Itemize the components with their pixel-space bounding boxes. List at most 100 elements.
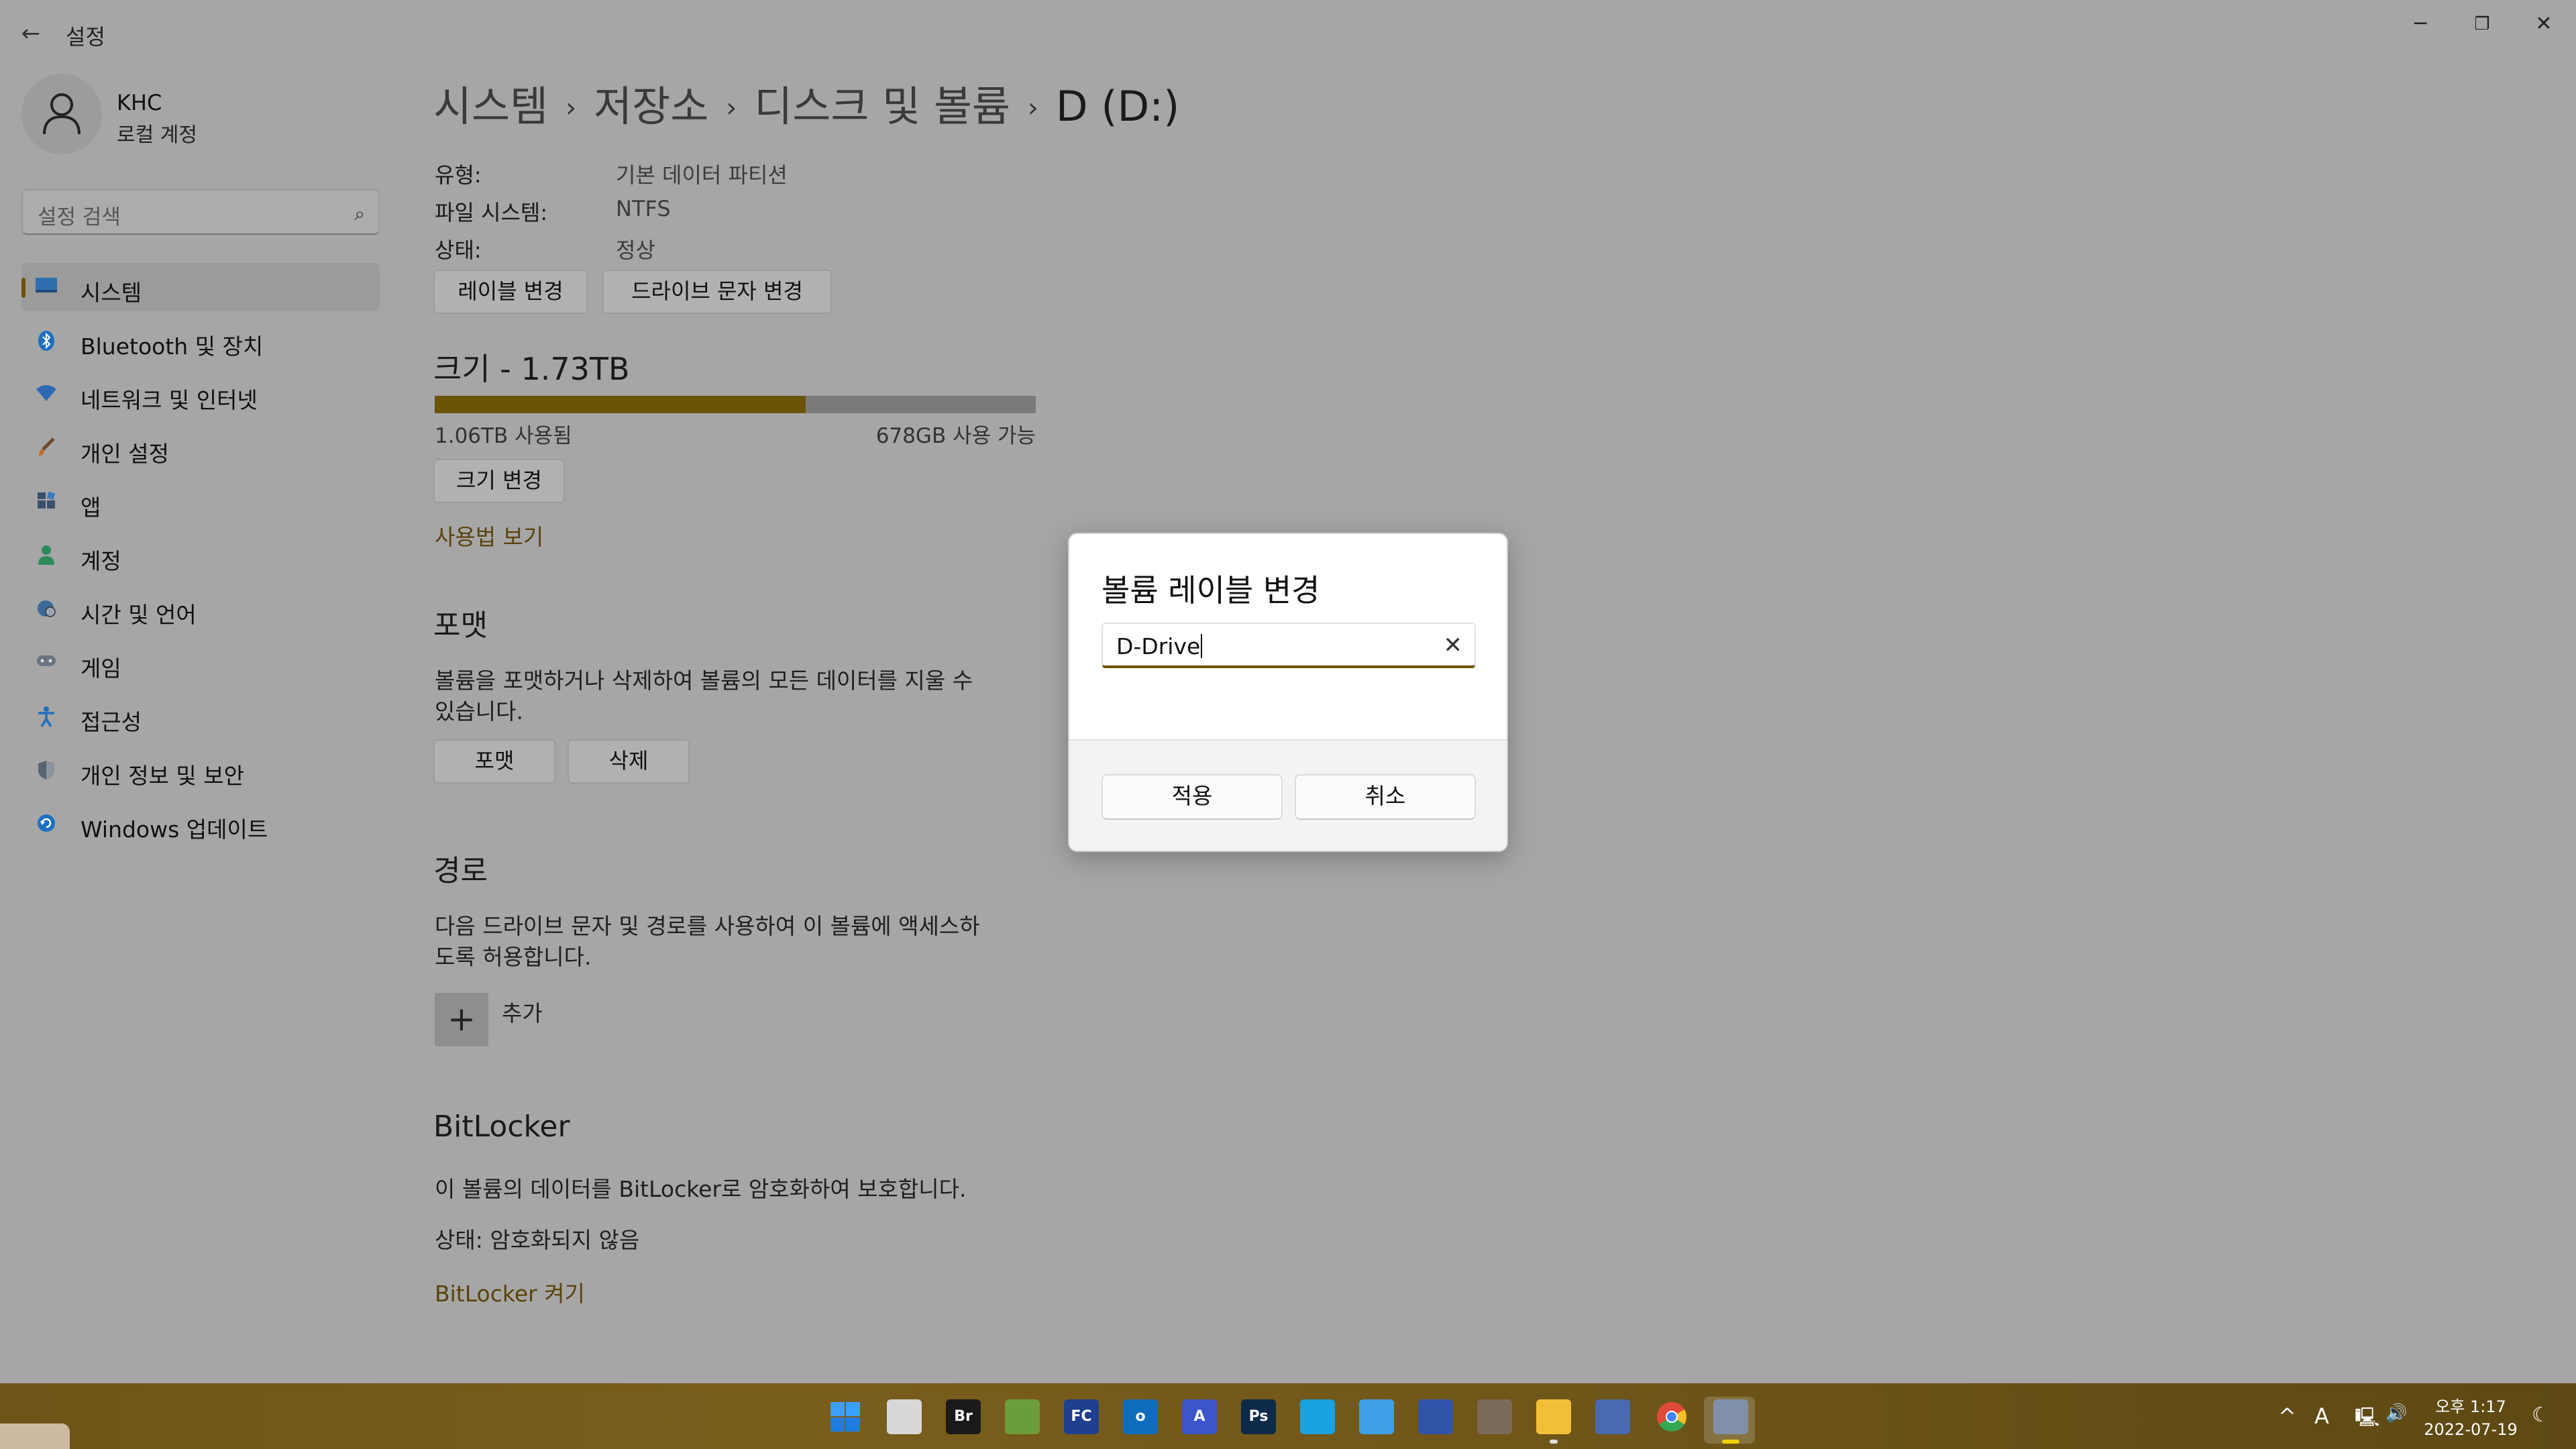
paths-title: 경로 bbox=[433, 854, 488, 888]
dialog-title: 볼륨 레이블 변경 bbox=[1102, 572, 1320, 608]
profile-name: KHC bbox=[117, 90, 162, 115]
task-view-icon[interactable] bbox=[887, 1399, 922, 1434]
avatar bbox=[21, 74, 102, 154]
search-input[interactable]: 설정 검색 bbox=[38, 200, 121, 230]
sidebar-item-network[interactable]: 네트워크 및 인터넷 bbox=[21, 370, 380, 419]
apply-button[interactable]: 적용 bbox=[1102, 774, 1283, 820]
tray-chevron-icon[interactable]: ^ bbox=[2278, 1403, 2296, 1429]
text-tool-icon[interactable]: A bbox=[1182, 1399, 1217, 1434]
green-app-icon[interactable] bbox=[1005, 1399, 1040, 1434]
person-icon bbox=[43, 93, 80, 135]
format-button[interactable]: 포맷 bbox=[433, 739, 555, 784]
sidebar-item-privacy[interactable]: 개인 정보 및 보안 bbox=[21, 746, 380, 794]
sidebar-item-gaming[interactable]: 게임 bbox=[21, 639, 380, 687]
sidebar-item-apps[interactable]: 앱 bbox=[21, 478, 380, 526]
volume-icon[interactable]: 🔊 bbox=[2385, 1403, 2407, 1424]
text-caret bbox=[1201, 634, 1203, 658]
outlook-icon[interactable]: o bbox=[1123, 1399, 1158, 1434]
property-filesystem-value: NTFS bbox=[616, 196, 671, 221]
minimize-button[interactable]: ─ bbox=[2394, 7, 2447, 42]
gamepad-icon bbox=[35, 652, 58, 674]
settings-taskbar-icon[interactable] bbox=[1713, 1399, 1748, 1434]
sidebar-item-system[interactable]: 시스템 bbox=[21, 263, 380, 311]
start-icon[interactable] bbox=[828, 1399, 863, 1434]
accessibility-icon bbox=[35, 706, 58, 727]
cancel-button[interactable]: 취소 bbox=[1295, 774, 1476, 820]
back-arrow-icon[interactable]: ← bbox=[15, 17, 47, 50]
remote-desktop-icon[interactable] bbox=[1300, 1399, 1335, 1434]
sidebar-item-personalization[interactable]: 개인 설정 bbox=[21, 424, 380, 472]
change-drive-letter-button[interactable]: 드라이브 문자 변경 bbox=[602, 270, 832, 314]
sidebar-item-time-language[interactable]: 시간 및 언어 bbox=[21, 585, 380, 633]
clear-icon[interactable]: ✕ bbox=[1444, 632, 1463, 659]
search-icon: ⌕ bbox=[354, 203, 365, 225]
page-title: D (D:) bbox=[1055, 82, 1180, 131]
bitlocker-description: 이 볼륨의 데이터를 BitLocker로 암호화하여 보호합니다. bbox=[435, 1176, 967, 1202]
format-description-line1: 볼륨을 포맷하거나 삭제하여 볼륨의 모든 데이터를 지울 수 bbox=[435, 667, 973, 694]
breadcrumb-separator: › bbox=[726, 93, 737, 123]
close-button[interactable]: ✕ bbox=[2517, 7, 2571, 42]
property-type-label: 유형: bbox=[435, 162, 482, 188]
size-title: 크기 - 1.73TB bbox=[433, 351, 630, 387]
sidebar-item-label: 게임 bbox=[80, 655, 121, 682]
breadcrumb-item-storage[interactable]: 저장소 bbox=[594, 82, 708, 131]
notification-moon-icon[interactable]: ☾ bbox=[2532, 1403, 2550, 1427]
search-box[interactable]: 설정 검색 ⌕ bbox=[21, 189, 380, 235]
user-profile[interactable]: KHC 로컬 계정 bbox=[21, 74, 370, 154]
media-app-icon[interactable] bbox=[1477, 1399, 1512, 1434]
chrome-icon[interactable] bbox=[1654, 1399, 1689, 1434]
sidebar-item-label: Windows 업데이트 bbox=[80, 816, 268, 843]
sidebar-item-windows-update[interactable]: Windows 업데이트 bbox=[21, 800, 380, 848]
property-status-label: 상태: bbox=[435, 237, 482, 263]
account-icon bbox=[35, 545, 58, 566]
volume-label-field[interactable]: D-Drive ✕ bbox=[1102, 623, 1476, 668]
delete-button[interactable]: 삭제 bbox=[568, 739, 690, 784]
volume-label-value: D-Drive bbox=[1116, 633, 1201, 659]
volume-label-input[interactable]: D-Drive bbox=[1116, 633, 1203, 659]
paths-description-line2: 도록 허용합니다. bbox=[435, 944, 592, 970]
ime-indicator-icon[interactable]: A bbox=[2314, 1403, 2329, 1429]
fc-app-icon[interactable]: FC bbox=[1064, 1399, 1099, 1434]
system-icon bbox=[35, 276, 58, 298]
breadcrumb-item-disks-volumes[interactable]: 디스크 및 볼륨 bbox=[754, 82, 1010, 131]
sidebar-item-accessibility[interactable]: 접근성 bbox=[21, 692, 380, 741]
floppy-icon[interactable] bbox=[1418, 1399, 1453, 1434]
property-status-value: 정상 bbox=[616, 237, 655, 263]
notepad-icon[interactable] bbox=[1359, 1399, 1394, 1434]
settings-window: ← 설정 ─ ❐ ✕ KHC 로컬 계정 설정 검색 ⌕ 시스템 Bluetoo… bbox=[0, 0, 2576, 1383]
wallpaper-thumbnail bbox=[0, 1424, 70, 1449]
network-tray-icon[interactable]: 🖳 bbox=[2355, 1403, 2379, 1436]
sidebar-item-label: 앱 bbox=[80, 494, 101, 521]
file-explorer-icon[interactable] bbox=[1536, 1399, 1571, 1434]
restore-button[interactable]: ❐ bbox=[2455, 7, 2509, 42]
usage-bar bbox=[435, 396, 1036, 413]
change-label-button[interactable]: 레이블 변경 bbox=[433, 270, 588, 314]
adobe-bridge-icon[interactable]: Br bbox=[946, 1399, 981, 1434]
add-path-label[interactable]: 추가 bbox=[502, 996, 543, 1028]
sidebar-item-label: 개인 설정 bbox=[80, 441, 169, 467]
usage-bar-fill bbox=[435, 396, 806, 413]
resize-button[interactable]: 크기 변경 bbox=[433, 459, 565, 503]
breadcrumb-item-system[interactable]: 시스템 bbox=[433, 82, 548, 131]
photoshop-icon[interactable]: Ps bbox=[1241, 1399, 1276, 1434]
rename-volume-dialog: 볼륨 레이블 변경 D-Drive ✕ 적용 취소 bbox=[1068, 533, 1508, 852]
clock-time: 오후 1:17 bbox=[2435, 1397, 2506, 1416]
free-space-label: 678GB 사용 가능 bbox=[875, 424, 1036, 448]
sidebar-item-label: 네트워크 및 인터넷 bbox=[80, 387, 258, 413]
paths-description-line1: 다음 드라이브 문자 및 경로를 사용하여 이 볼륨에 액세스하 bbox=[435, 913, 980, 939]
sidebar-item-bluetooth[interactable]: Bluetooth 및 장치 bbox=[21, 317, 380, 365]
title-bar: ← 설정 ─ ❐ ✕ bbox=[0, 0, 2576, 64]
add-path-button[interactable]: + bbox=[435, 993, 488, 1046]
dialog-footer: 적용 취소 bbox=[1069, 739, 1507, 851]
format-title: 포맷 bbox=[433, 608, 488, 643]
taskbar-clock[interactable]: 오후 1:17 2022-07-19 bbox=[2420, 1395, 2521, 1441]
network-tool-icon[interactable] bbox=[1595, 1399, 1630, 1434]
app-title: 설정 bbox=[66, 24, 105, 50]
bitlocker-enable-link[interactable]: BitLocker 켜기 bbox=[435, 1276, 585, 1308]
view-usage-link[interactable]: 사용법 보기 bbox=[435, 519, 543, 551]
bluetooth-icon bbox=[35, 330, 58, 352]
sidebar-item-label: 계정 bbox=[80, 548, 121, 574]
clock-date: 2022-07-19 bbox=[2424, 1420, 2518, 1439]
running-indicator bbox=[1550, 1440, 1558, 1444]
sidebar-item-accounts[interactable]: 계정 bbox=[21, 531, 380, 580]
